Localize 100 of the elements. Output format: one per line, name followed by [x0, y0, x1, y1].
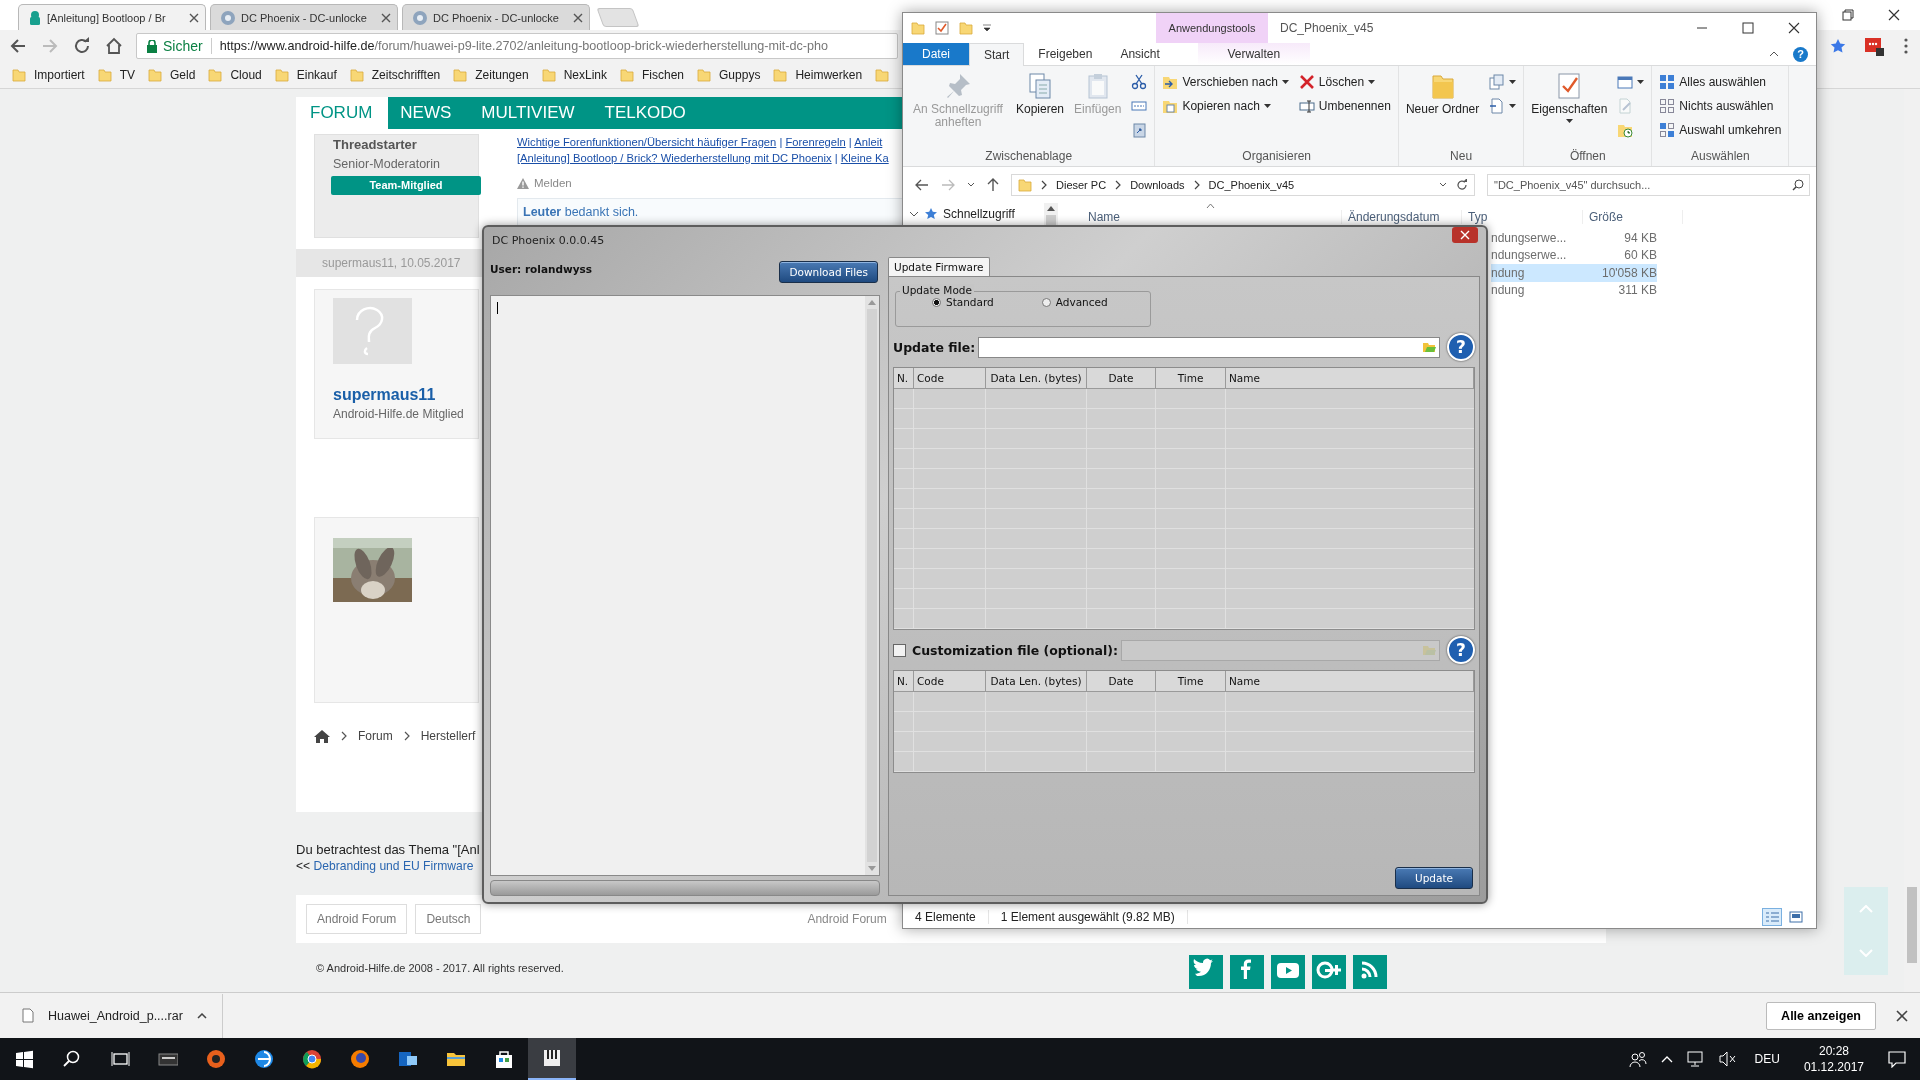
nav-tab[interactable]: MULTIVIEW — [469, 97, 593, 129]
play-button-icon[interactable] — [1270, 955, 1305, 989]
footer-button[interactable]: Deutsch — [415, 904, 482, 934]
ribbon-button[interactable]: Alles auswählen — [1656, 72, 1785, 92]
globe-icon[interactable] — [254, 1049, 274, 1069]
nav-tab[interactable]: FORUM — [296, 97, 389, 129]
radio-button[interactable] — [932, 297, 941, 307]
bookmark-star-icon[interactable] — [1830, 38, 1846, 54]
bag-icon[interactable] — [494, 1049, 514, 1069]
flame-icon[interactable] — [350, 1049, 370, 1069]
bookmark-folder[interactable]: Guppys — [697, 68, 761, 82]
ribbon-button[interactable]: Löschen — [1295, 72, 1394, 92]
restore-icon[interactable] — [1842, 9, 1854, 21]
bookmark-folder[interactable]: Zeitungen — [453, 68, 529, 82]
envelope-icon[interactable] — [398, 1049, 418, 1069]
signature-link[interactable]: [Anleitung] Bootloop / Brick? Wiederherstellung mit DC Phoenix — [517, 152, 832, 164]
bookmark-folder[interactable]: Geld — [148, 68, 196, 82]
large-icons-view-icon[interactable] — [1786, 908, 1806, 926]
help-button[interactable]: ? — [1447, 636, 1475, 664]
file-field[interactable] — [1121, 639, 1440, 661]
speaker-mute-icon[interactable] — [1718, 1051, 1737, 1067]
maximize-icon[interactable] — [1742, 22, 1754, 34]
scrollbar-thumb[interactable] — [1046, 215, 1056, 226]
column-header[interactable]: Time — [1156, 368, 1226, 389]
facebook-icon[interactable] — [1229, 955, 1264, 989]
address-field[interactable]: Dieser PC Downloads DC_Phoenix_v45 — [1011, 174, 1475, 196]
language-indicator[interactable]: DEU — [1754, 1052, 1780, 1066]
footer-link[interactable]: Android Forum — [807, 912, 887, 926]
column-header[interactable]: Code — [914, 671, 986, 692]
plus-one-icon[interactable] — [1311, 955, 1346, 989]
radio-button[interactable] — [1041, 297, 1051, 307]
column-header[interactable]: Name — [1082, 210, 1342, 224]
thread-link[interactable]: Debranding und EU Firmware — [313, 859, 474, 873]
bookmark-folder[interactable]: Zeitschrifften — [349, 68, 441, 82]
task-view-icon[interactable] — [110, 1049, 130, 1069]
close-icon[interactable] — [1888, 9, 1900, 21]
breadcrumb-link[interactable]: Forum — [358, 729, 393, 743]
column-header[interactable]: Änderungsdatum — [1342, 210, 1462, 224]
close-button[interactable] — [1452, 227, 1478, 243]
file-row[interactable]: ndungserwe... 60 KB — [1491, 246, 1657, 264]
ribbon-button[interactable]: Auswahl umkehren — [1656, 120, 1785, 140]
ribbon-button[interactable]: Verschieben nach — [1159, 72, 1292, 92]
bookmark-folder[interactable]: Importiert — [12, 68, 85, 82]
up-arrow-icon[interactable] — [987, 178, 999, 192]
menu-icon[interactable] — [1904, 38, 1908, 54]
ribbon-tab[interactable]: Verwalten — [1197, 43, 1310, 65]
address-bar[interactable]: Sicher https://www.android-hilfe.de/forum/huawei-p9-lite.2702/anleitung-bootloop-brick-wiederherstellung-mit-dc-pho — [136, 33, 898, 59]
tab[interactable]: Update Firmware — [888, 257, 990, 276]
column-header[interactable]: Name — [1226, 368, 1474, 389]
browser-tab[interactable]: [Anleitung] Bootloop / Br — [18, 4, 206, 30]
scrollbar[interactable] — [865, 296, 879, 875]
footer-button[interactable]: Android Forum — [306, 904, 408, 934]
checkmark-page-icon[interactable] — [935, 21, 949, 35]
nav-tab[interactable]: NEWS — [388, 97, 470, 129]
bookmark-folder[interactable]: Heimwerken — [773, 68, 863, 82]
column-header[interactable]: Date — [1087, 671, 1156, 692]
wheel-icon[interactable] — [302, 1049, 322, 1069]
windows-logo-icon[interactable] — [14, 1049, 34, 1069]
help-button[interactable]: ? — [1793, 46, 1808, 62]
ribbon-button[interactable]: Kopieren — [1013, 70, 1068, 118]
column-header[interactable]: N. — [894, 368, 914, 389]
bookmark-folder[interactable]: NexLink — [541, 68, 607, 82]
file-field[interactable] — [978, 336, 1440, 358]
help-button[interactable]: ? — [1447, 333, 1475, 361]
search-icon[interactable] — [1792, 179, 1804, 191]
close-icon[interactable] — [1788, 22, 1800, 34]
column-header[interactable]: Code — [914, 368, 986, 389]
nav-tab[interactable]: TELKODO — [592, 97, 704, 129]
extension-icon[interactable] — [1864, 36, 1884, 56]
nav-item[interactable]: Schnellzugriff — [903, 207, 1044, 221]
ribbon-button[interactable]: Kopieren nach — [1159, 96, 1292, 116]
clock-time[interactable]: 20:28 — [1818, 1044, 1849, 1058]
clock-date[interactable]: 01.12.2017 — [1803, 1060, 1864, 1074]
disc-icon[interactable] — [206, 1049, 226, 1069]
close-icon[interactable] — [1896, 1009, 1908, 1022]
user-link[interactable]: Leuter — [523, 205, 562, 219]
people-icon[interactable] — [1628, 1050, 1647, 1068]
bookmark-folder[interactable]: Fischen — [620, 68, 685, 82]
radio-option[interactable]: Standard — [932, 296, 994, 308]
back-icon[interactable] — [9, 37, 27, 55]
twitter-bird-icon[interactable] — [1188, 955, 1223, 989]
file-row[interactable]: ndungserwe... 94 KB — [1491, 229, 1657, 247]
ribbon-button[interactable]: Neuer Ordner — [1402, 70, 1483, 118]
dropdown-icon[interactable] — [967, 182, 975, 188]
reload-icon[interactable] — [73, 37, 91, 55]
search-icon[interactable] — [62, 1049, 82, 1069]
search-field[interactable]: "DC_Phoenix_v45" durchsuch... — [1487, 174, 1810, 196]
browser-tab[interactable]: DC Phoenix - DC-unlocke — [402, 4, 590, 30]
scrollbar-thumb[interactable] — [1907, 887, 1917, 963]
username-link[interactable]: supermaus11 — [333, 386, 478, 404]
bookmark-folder[interactable]: TV — [97, 68, 136, 82]
home-icon[interactable] — [105, 37, 123, 55]
ribbon-tab[interactable]: Start — [969, 43, 1025, 66]
scrollbar[interactable] — [1044, 203, 1058, 226]
rss-icon[interactable] — [1352, 955, 1387, 989]
bookmark-folder[interactable]: Einkauf — [274, 68, 337, 82]
column-header[interactable]: Data Len. (bytes) — [986, 368, 1087, 389]
notification-icon[interactable] — [1888, 1050, 1906, 1068]
radio-option[interactable]: Advanced — [1041, 296, 1108, 308]
ribbon-tab[interactable]: Freigeben — [1024, 43, 1107, 65]
